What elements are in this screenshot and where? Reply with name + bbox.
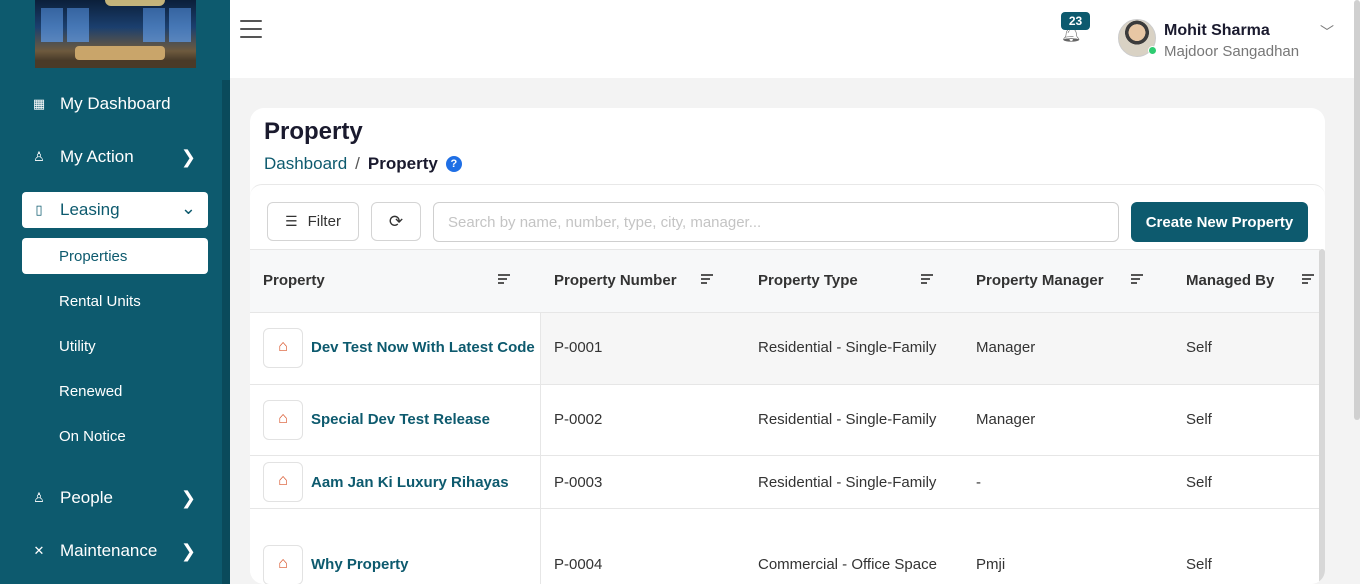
sidebar-item-label: My Dashboard bbox=[60, 94, 171, 113]
page-title: Property bbox=[264, 118, 363, 145]
property-number: P-0002 bbox=[554, 411, 603, 428]
managed-by: Self bbox=[1186, 474, 1212, 491]
online-status-dot bbox=[1148, 46, 1157, 55]
sidebar-item-label: Maintenance bbox=[60, 541, 158, 560]
sidebar-item-maintenance[interactable]: ✕ Maintenance ❯ bbox=[22, 533, 208, 569]
breadcrumb-current: Property bbox=[367, 154, 438, 173]
top-header: 🔔︎ 23 Mohit Sharma Majdoor Sangadhan ﹀ bbox=[230, 0, 1360, 78]
property-thumbnail: ⌂ bbox=[263, 462, 303, 502]
property-name-link[interactable]: Special Dev Test Release bbox=[311, 411, 490, 428]
hamburger-menu-icon[interactable] bbox=[240, 20, 262, 38]
house-icon: ⌂ bbox=[278, 472, 288, 489]
sort-icon[interactable] bbox=[921, 274, 933, 286]
property-type: Residential - Single-Family bbox=[758, 339, 937, 356]
property-type: Commercial - Office Space bbox=[758, 556, 937, 573]
house-icon: ⌂ bbox=[278, 410, 288, 427]
table-row[interactable]: ⌂ Special Dev Test Release P-0002 Reside… bbox=[250, 385, 1320, 456]
property-cell: ⌂ Special Dev Test Release bbox=[250, 385, 541, 455]
chevron-right-icon: ❯ bbox=[180, 541, 196, 561]
user-icon: ♙ bbox=[33, 149, 45, 164]
sidebar: ▦ My Dashboard ♙ My Action ❯ ▯ Leasing ⌄… bbox=[0, 0, 230, 584]
property-thumbnail: ⌂ bbox=[263, 545, 303, 584]
property-number: P-0003 bbox=[554, 474, 603, 491]
managed-by: Self bbox=[1186, 556, 1212, 573]
house-icon: ⌂ bbox=[278, 338, 288, 355]
sliders-icon: ☰ bbox=[285, 213, 298, 229]
property-manager: Manager bbox=[976, 339, 1036, 356]
breadcrumb: Dashboard / Property ? bbox=[264, 154, 462, 174]
tools-icon: ✕ bbox=[33, 543, 45, 558]
column-header-property[interactable]: Property bbox=[263, 272, 325, 289]
filter-button[interactable]: ☰ Filter bbox=[267, 202, 359, 241]
column-header-property-type[interactable]: Property Type bbox=[758, 272, 858, 289]
user-organization: Majdoor Sangadhan bbox=[1164, 43, 1300, 60]
column-header-property-number[interactable]: Property Number bbox=[554, 272, 677, 289]
sidebar-item-people[interactable]: ♙ People ❯ bbox=[22, 480, 208, 516]
user-name: Mohit Sharma bbox=[1164, 22, 1270, 39]
sidebar-subitem-properties[interactable]: Properties bbox=[22, 238, 208, 274]
document-icon: ▯ bbox=[35, 202, 43, 217]
table-header: Property Property Number Property Type P… bbox=[250, 249, 1320, 313]
property-manager: - bbox=[976, 474, 981, 491]
property-cell: ⌂ Dev Test Now With Latest Code bbox=[250, 313, 541, 384]
sidebar-item-label: Leasing bbox=[60, 200, 120, 219]
sidebar-item-my-dashboard[interactable]: ▦ My Dashboard bbox=[22, 86, 208, 122]
property-number: P-0001 bbox=[554, 339, 603, 356]
filter-button-label: Filter bbox=[307, 213, 341, 230]
sidebar-item-label: People bbox=[60, 488, 113, 507]
create-new-property-button[interactable]: Create New Property bbox=[1131, 202, 1308, 242]
sidebar-item-label: My Action bbox=[60, 147, 134, 166]
logo-image bbox=[35, 0, 196, 68]
chevron-down-icon: ⌄ bbox=[180, 198, 196, 218]
refresh-icon: ⟳ bbox=[388, 211, 404, 231]
breadcrumb-dashboard-link[interactable]: Dashboard bbox=[264, 154, 347, 174]
sidebar-item-leasing[interactable]: ▯ Leasing ⌄ bbox=[22, 192, 208, 228]
property-name-link[interactable]: Dev Test Now With Latest Code bbox=[311, 339, 535, 356]
property-type: Residential - Single-Family bbox=[758, 411, 937, 428]
property-thumbnail: ⌂ bbox=[263, 328, 303, 368]
notification-badge: 23 bbox=[1061, 12, 1090, 30]
sort-icon[interactable] bbox=[498, 274, 510, 286]
managed-by: Self bbox=[1186, 339, 1212, 356]
chevron-down-icon[interactable]: ﹀ bbox=[1320, 22, 1334, 42]
chevron-right-icon: ❯ bbox=[180, 147, 196, 167]
property-cell: ⌂ Aam Jan Ki Luxury Rihayas bbox=[250, 456, 541, 508]
column-header-property-manager[interactable]: Property Manager bbox=[976, 272, 1104, 289]
help-icon[interactable]: ? bbox=[445, 156, 462, 172]
person-icon: ♙ bbox=[33, 490, 45, 505]
grid-icon: ▦ bbox=[32, 96, 46, 111]
table-row[interactable]: ⌂ Dev Test Now With Latest Code P-0001 R… bbox=[250, 313, 1320, 385]
managed-by: Self bbox=[1186, 411, 1212, 428]
refresh-button[interactable]: ⟳ bbox=[371, 202, 421, 241]
sort-icon[interactable] bbox=[1302, 274, 1314, 286]
sort-icon[interactable] bbox=[701, 274, 713, 286]
table-row[interactable]: ⌂ Why Property P-0004 Commercial - Offic… bbox=[250, 509, 1320, 584]
sidebar-subitem-utility[interactable]: Utility bbox=[22, 328, 208, 364]
table-scrollbar[interactable] bbox=[1319, 249, 1325, 584]
column-header-managed-by[interactable]: Managed By bbox=[1186, 272, 1274, 289]
sidebar-subitem-rental-units[interactable]: Rental Units bbox=[22, 283, 208, 319]
search-input[interactable] bbox=[433, 202, 1119, 242]
property-name-link[interactable]: Aam Jan Ki Luxury Rihayas bbox=[311, 474, 509, 491]
page-scrollbar[interactable] bbox=[1354, 0, 1360, 420]
sidebar-item-my-action[interactable]: ♙ My Action ❯ bbox=[22, 139, 208, 175]
property-thumbnail: ⌂ bbox=[263, 400, 303, 440]
property-manager: Pmji bbox=[976, 556, 1006, 573]
property-manager: Manager bbox=[976, 411, 1036, 428]
property-cell: ⌂ Why Property bbox=[250, 509, 541, 584]
sidebar-subitem-on-notice[interactable]: On Notice bbox=[22, 418, 208, 454]
property-number: P-0004 bbox=[554, 556, 603, 573]
sidebar-scrollbar[interactable] bbox=[222, 80, 230, 584]
table-row[interactable]: ⌂ Aam Jan Ki Luxury Rihayas P-0003 Resid… bbox=[250, 456, 1320, 509]
property-type: Residential - Single-Family bbox=[758, 474, 937, 491]
sidebar-subitem-renewed[interactable]: Renewed bbox=[22, 373, 208, 409]
sort-icon[interactable] bbox=[1131, 274, 1143, 286]
chevron-right-icon: ❯ bbox=[180, 488, 196, 508]
property-name-link[interactable]: Why Property bbox=[311, 556, 409, 573]
house-icon: ⌂ bbox=[278, 555, 288, 572]
property-card: Property Dashboard / Property ? ☰ Filter… bbox=[250, 108, 1325, 584]
breadcrumb-separator: / bbox=[355, 154, 360, 173]
